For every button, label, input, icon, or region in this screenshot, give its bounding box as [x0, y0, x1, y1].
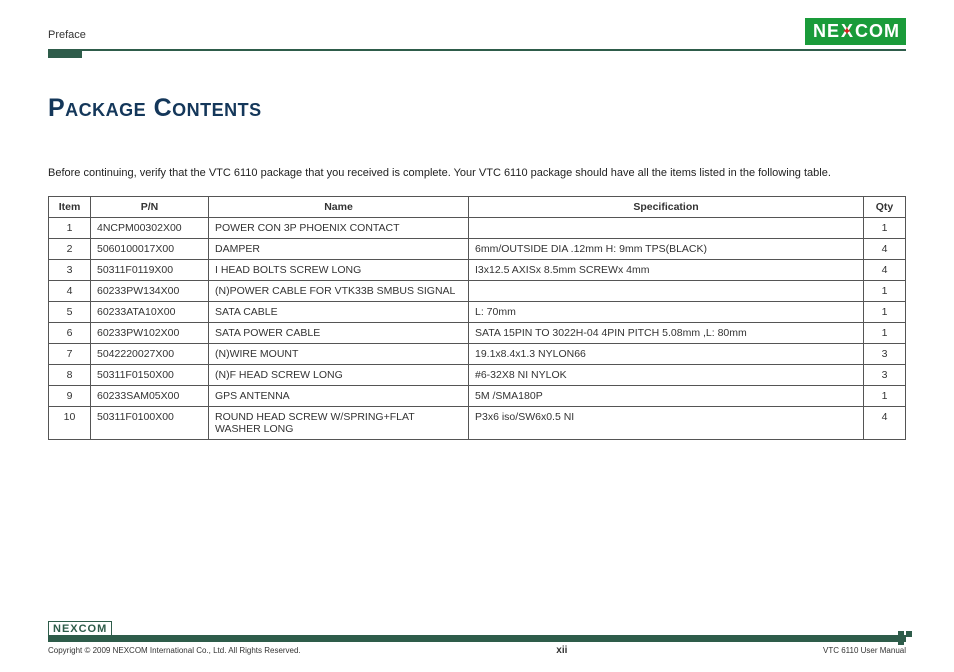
cell-name: SATA POWER CABLE: [209, 322, 469, 343]
package-contents-table: Item P/N Name Specification Qty 14NCPM00…: [48, 196, 906, 440]
cell-spec: L: 70mm: [469, 301, 864, 322]
cell-spec: I3x12.5 AXISx 8.5mm SCREWx 4mm: [469, 259, 864, 280]
cell-spec: 5M /SMA180P: [469, 385, 864, 406]
page-title: Package Contents: [48, 94, 906, 123]
cell-name: GPS ANTENNA: [209, 385, 469, 406]
cell-item: 3: [49, 259, 91, 280]
page-footer: NEXCOM Copyright © 2009 NEXCOM Internati…: [48, 635, 906, 656]
cell-pn: 50311F0119X00: [91, 259, 209, 280]
cell-spec: [469, 217, 864, 238]
table-row: 350311F0119X00I HEAD BOLTS SCREW LONGI3x…: [49, 259, 906, 280]
cell-item: 8: [49, 364, 91, 385]
cell-spec: SATA 15PIN TO 3022H-04 4PIN PITCH 5.08mm…: [469, 322, 864, 343]
table-row: 850311F0150X00(N)F HEAD SCREW LONG#6-32X…: [49, 364, 906, 385]
cell-name: SATA CABLE: [209, 301, 469, 322]
cell-spec: 19.1x8.4x1.3 NYLON66: [469, 343, 864, 364]
cell-pn: 5042220027X00: [91, 343, 209, 364]
table-row: 1050311F0100X00ROUND HEAD SCREW W/SPRING…: [49, 406, 906, 439]
cell-qty: 4: [864, 238, 906, 259]
cell-spec: P3x6 iso/SW6x0.5 NI: [469, 406, 864, 439]
accent-bar: [48, 51, 82, 58]
cell-item: 5: [49, 301, 91, 322]
table-row: 560233ATA10X00SATA CABLEL: 70mm1: [49, 301, 906, 322]
cell-pn: 60233PW102X00: [91, 322, 209, 343]
cell-qty: 1: [864, 217, 906, 238]
cell-qty: 1: [864, 301, 906, 322]
cell-qty: 3: [864, 343, 906, 364]
intro-paragraph: Before continuing, verify that the VTC 6…: [48, 165, 906, 182]
cell-item: 4: [49, 280, 91, 301]
cell-pn: 60233ATA10X00: [91, 301, 209, 322]
cell-name: (N)F HEAD SCREW LONG: [209, 364, 469, 385]
page-number: xii: [556, 645, 567, 656]
th-item: Item: [49, 196, 91, 217]
cell-qty: 1: [864, 322, 906, 343]
cell-name: (N)POWER CABLE FOR VTK33B SMBUS SIGNAL: [209, 280, 469, 301]
section-label: Preface: [48, 29, 86, 45]
header-rule: [48, 49, 906, 51]
nexcom-logo: NEX✦COM: [805, 18, 906, 45]
cell-item: 9: [49, 385, 91, 406]
table-row: 960233SAM05X00GPS ANTENNA5M /SMA180P1: [49, 385, 906, 406]
table-row: 14NCPM00302X00POWER CON 3P PHOENIX CONTA…: [49, 217, 906, 238]
cell-pn: 60233SAM05X00: [91, 385, 209, 406]
cell-name: I HEAD BOLTS SCREW LONG: [209, 259, 469, 280]
cell-pn: 60233PW134X00: [91, 280, 209, 301]
table-row: 25060100017X00DAMPER6mm/OUTSIDE DIA .12m…: [49, 238, 906, 259]
cell-item: 10: [49, 406, 91, 439]
th-name: Name: [209, 196, 469, 217]
cell-item: 2: [49, 238, 91, 259]
cell-name: POWER CON 3P PHOENIX CONTACT: [209, 217, 469, 238]
table-row: 75042220027X00(N)WIRE MOUNT19.1x8.4x1.3 …: [49, 343, 906, 364]
cell-pn: 4NCPM00302X00: [91, 217, 209, 238]
cell-qty: 3: [864, 364, 906, 385]
table-header-row: Item P/N Name Specification Qty: [49, 196, 906, 217]
cell-item: 6: [49, 322, 91, 343]
footer-bar: [48, 635, 906, 642]
th-qty: Qty: [864, 196, 906, 217]
table-row: 660233PW102X00SATA POWER CABLESATA 15PIN…: [49, 322, 906, 343]
cell-spec: [469, 280, 864, 301]
cell-qty: 4: [864, 406, 906, 439]
cell-item: 7: [49, 343, 91, 364]
th-spec: Specification: [469, 196, 864, 217]
th-pn: P/N: [91, 196, 209, 217]
cell-item: 1: [49, 217, 91, 238]
cell-spec: #6-32X8 NI NYLOK: [469, 364, 864, 385]
cell-name: DAMPER: [209, 238, 469, 259]
cell-qty: 4: [864, 259, 906, 280]
doc-name: VTC 6110 User Manual: [823, 646, 906, 655]
cell-pn: 50311F0100X00: [91, 406, 209, 439]
cell-name: (N)WIRE MOUNT: [209, 343, 469, 364]
cell-spec: 6mm/OUTSIDE DIA .12mm H: 9mm TPS(BLACK): [469, 238, 864, 259]
page-header: Preface NEX✦COM: [48, 18, 906, 45]
cell-qty: 1: [864, 280, 906, 301]
copyright-text: Copyright © 2009 NEXCOM International Co…: [48, 646, 301, 655]
cell-pn: 5060100017X00: [91, 238, 209, 259]
cell-qty: 1: [864, 385, 906, 406]
table-row: 460233PW134X00(N)POWER CABLE FOR VTK33B …: [49, 280, 906, 301]
cell-name: ROUND HEAD SCREW W/SPRING+FLAT WASHER LO…: [209, 406, 469, 439]
cell-pn: 50311F0150X00: [91, 364, 209, 385]
